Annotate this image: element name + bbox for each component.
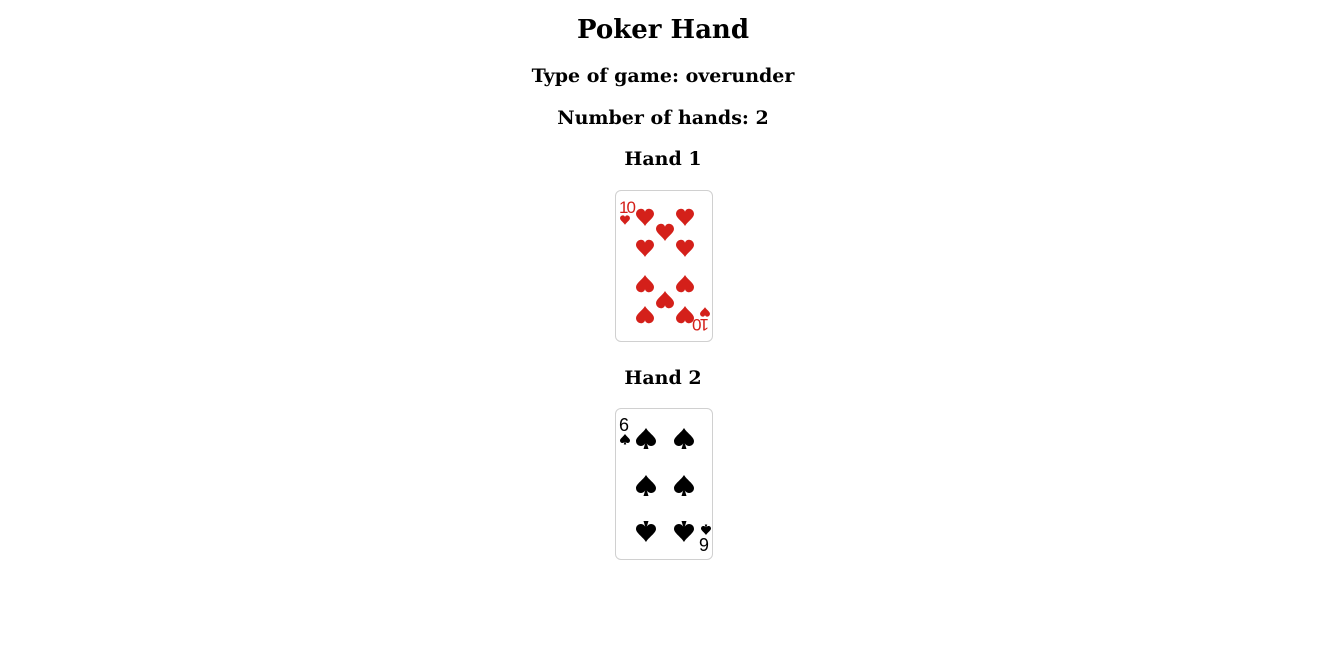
spade-icon xyxy=(636,521,656,542)
card-rank-top: 10 xyxy=(619,198,635,217)
hand-2-heading: Hand 2 xyxy=(624,367,702,389)
heart-icon xyxy=(636,239,654,257)
card-rank-bottom: 6 xyxy=(699,534,709,554)
card-rank-top: 6 xyxy=(619,415,629,435)
heart-icon xyxy=(636,275,654,293)
page-title: Poker Hand xyxy=(577,15,749,45)
heart-icon xyxy=(656,223,674,241)
hand-1-heading: Hand 1 xyxy=(624,148,702,170)
card-rank-bottom: 10 xyxy=(693,315,709,334)
hand-2-card: 6 6 xyxy=(615,408,713,560)
spade-icon xyxy=(674,428,694,449)
six-of-spades-card-face: 6 6 xyxy=(619,415,711,554)
spade-icon xyxy=(674,475,694,496)
spade-icon xyxy=(701,524,711,535)
heart-icon xyxy=(676,239,694,257)
hand-count-label: Number of hands: 2 xyxy=(557,107,769,129)
ten-of-hearts-card-face: 10 10 xyxy=(619,198,710,334)
heart-icon xyxy=(636,306,654,324)
spade-icon xyxy=(620,434,630,445)
hand-1-card: 10 10 xyxy=(615,190,713,342)
spade-icon xyxy=(674,521,694,542)
heart-icon xyxy=(676,208,694,226)
heart-icon xyxy=(676,306,694,324)
spade-icon xyxy=(636,475,656,496)
heart-icon xyxy=(656,291,674,309)
spade-icon xyxy=(636,428,656,449)
game-type-label: Type of game: overunder xyxy=(531,65,795,87)
heart-icon xyxy=(636,208,654,226)
heart-icon xyxy=(676,275,694,293)
